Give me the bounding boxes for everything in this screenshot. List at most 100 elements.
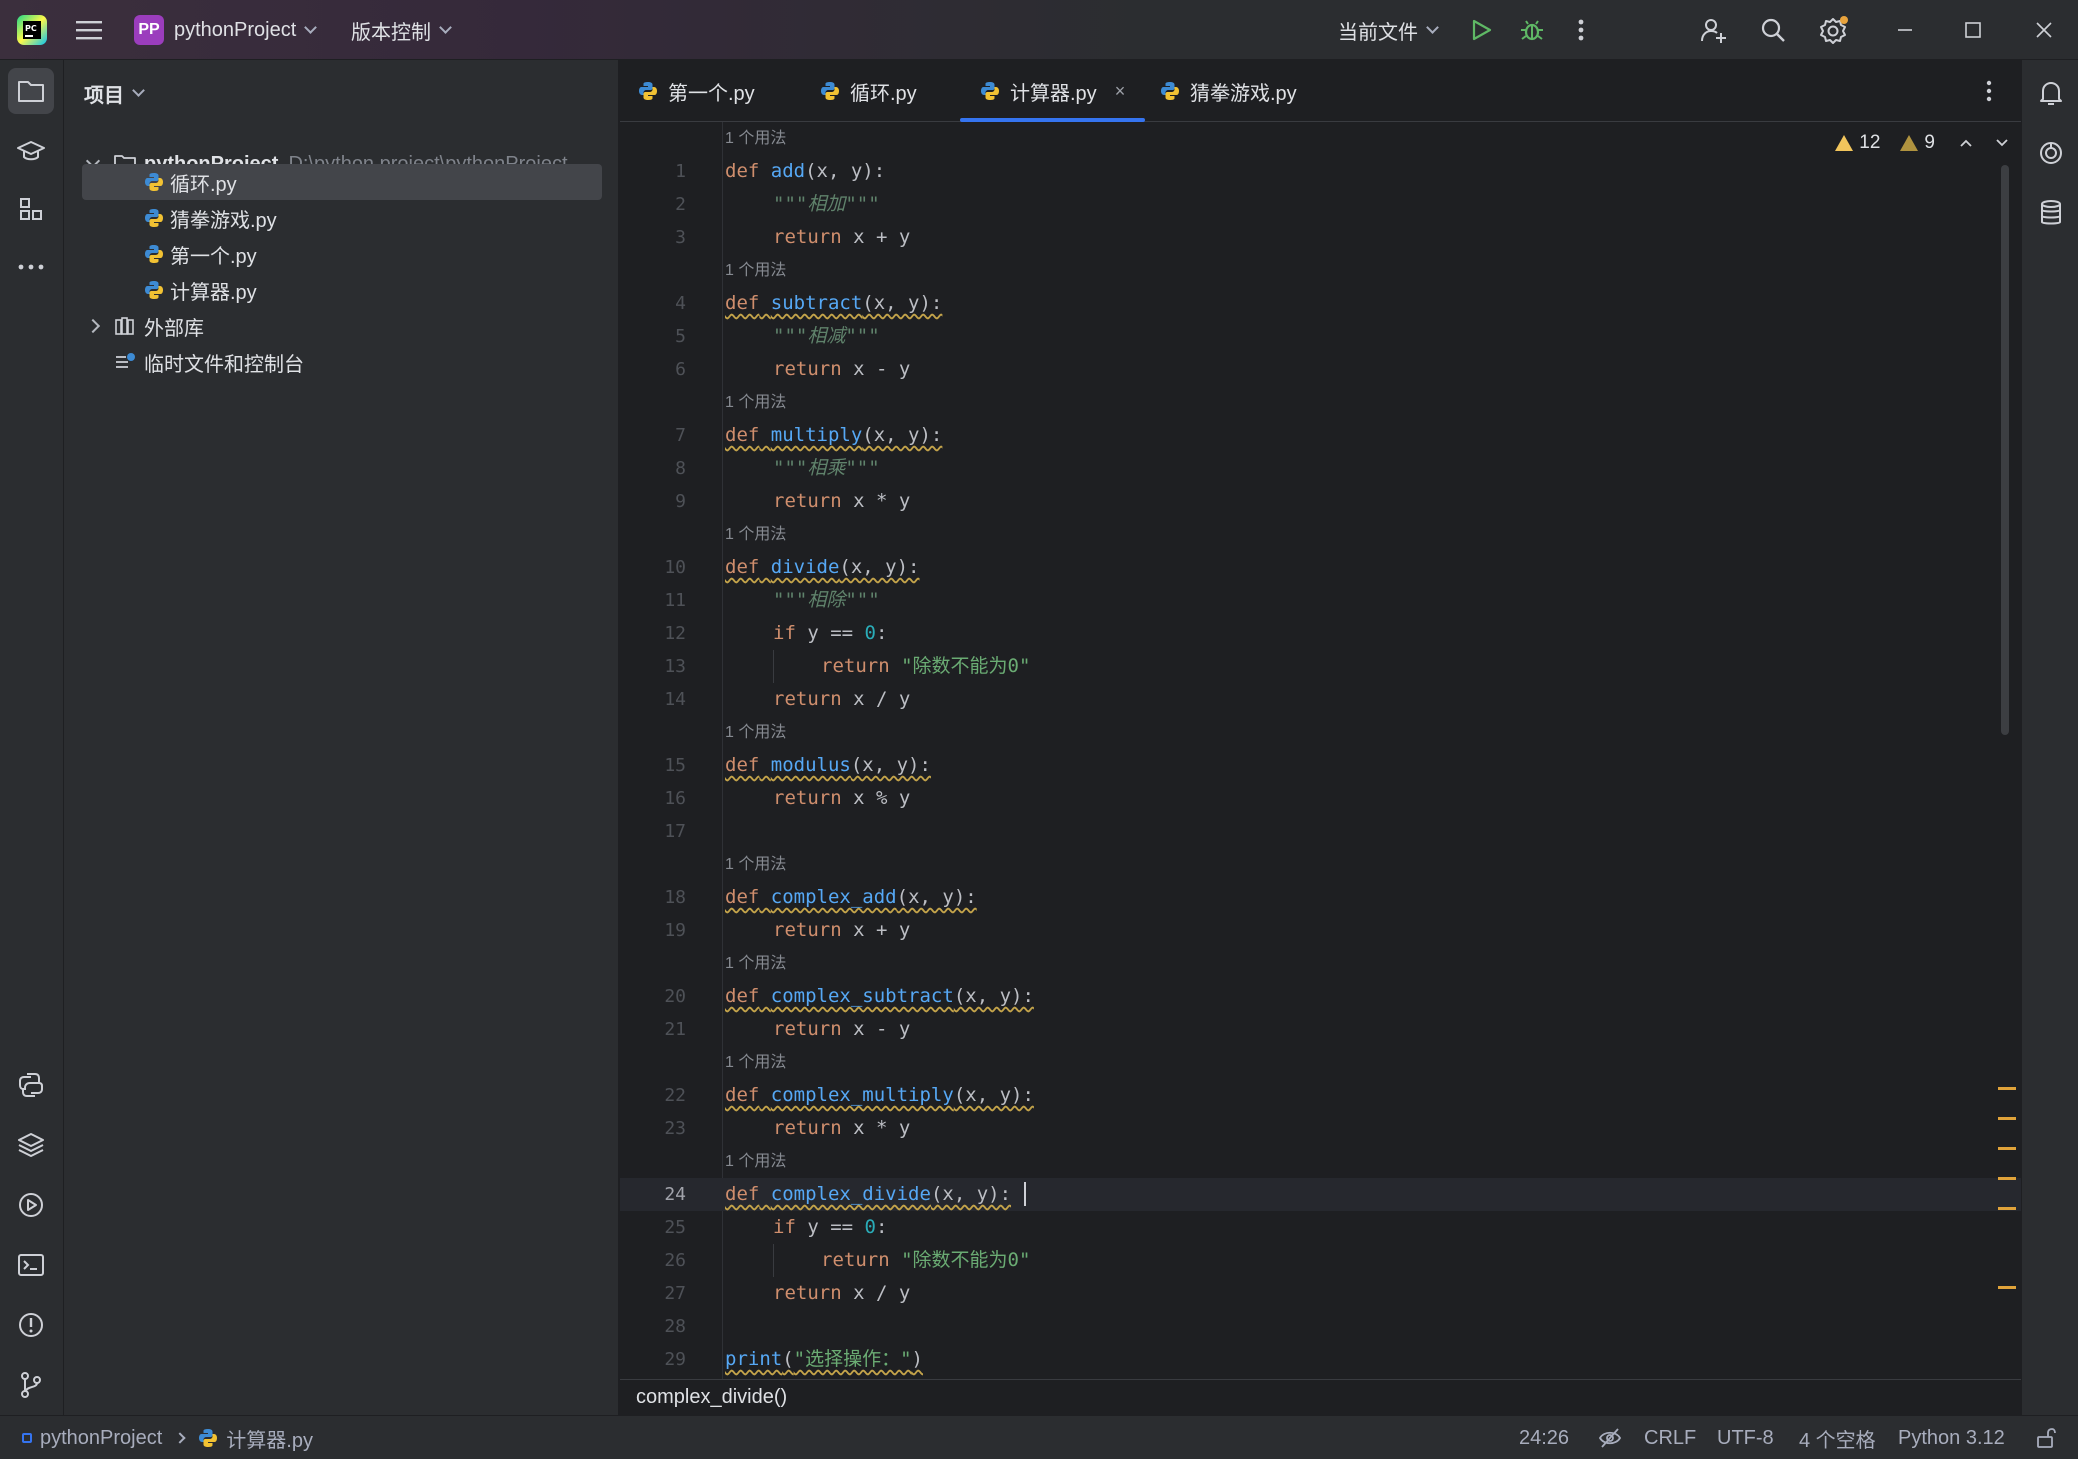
tabs-options-icon[interactable]	[1986, 60, 1992, 122]
vertical-scrollbar[interactable]	[2001, 165, 2009, 735]
python-interpreter[interactable]: Python 3.12	[1898, 1416, 2005, 1459]
code-line-current[interactable]: 24 def complex_divide(x, y):	[620, 1178, 2021, 1211]
tab-close-icon[interactable]: ×	[1115, 81, 1126, 102]
code-line[interactable]: 22 def complex_multiply(x, y):	[620, 1079, 2021, 1112]
python-console-icon[interactable]	[8, 1062, 54, 1108]
inlay-hint[interactable]: 1 个用法	[620, 716, 2021, 749]
debug-icon[interactable]	[1519, 0, 1545, 60]
code-line[interactable]: 14 return x / y	[620, 683, 2021, 716]
code-line[interactable]: 1 def add(x, y):	[620, 155, 2021, 188]
database-icon[interactable]	[2028, 190, 2074, 236]
project-name: pythonProject	[174, 18, 297, 41]
tree-file-1[interactable]: 猜拳游戏.py	[144, 200, 277, 236]
code-line[interactable]: 23 return x * y	[620, 1112, 2021, 1145]
statusbar-file[interactable]: 计算器.py	[226, 1424, 313, 1453]
code-line[interactable]: 12 if y == 0:	[620, 617, 2021, 650]
tree-file-2[interactable]: 第一个.py	[144, 236, 257, 272]
notifications-icon[interactable]	[2028, 70, 2074, 116]
tab-loop[interactable]: 循环.py	[820, 60, 917, 122]
inlay-hint[interactable]: 1 个用法	[620, 848, 2021, 881]
project-switcher[interactable]: PP pythonProject	[134, 0, 318, 60]
code-line[interactable]: 28	[620, 1310, 2021, 1343]
ai-assistant-icon[interactable]	[2028, 130, 2074, 176]
statusbar-breadcrumb[interactable]: pythonProject 计算器.py	[22, 1416, 313, 1459]
code-line[interactable]: 20 def complex_subtract(x, y):	[620, 980, 2021, 1013]
services-icon[interactable]	[8, 1182, 54, 1228]
code-line[interactable]: 9 return x * y	[620, 485, 2021, 518]
line-separator[interactable]: CRLF	[1644, 1416, 1696, 1459]
run-icon[interactable]	[1469, 0, 1493, 60]
inlay-hint[interactable]: 1 个用法	[620, 386, 2021, 419]
breadcrumb-function[interactable]: complex_divide()	[636, 1386, 787, 1409]
lock-icon[interactable]	[2036, 1416, 2056, 1459]
pycharm-logo-icon[interactable]: PC	[16, 0, 48, 60]
code-line[interactable]: 15 def modulus(x, y):	[620, 749, 2021, 782]
terminal-icon[interactable]	[8, 1242, 54, 1288]
code-line[interactable]: 29 print("选择操作：")	[620, 1343, 2021, 1376]
code-line[interactable]: 18 def complex_add(x, y):	[620, 881, 2021, 914]
structure-icon[interactable]	[8, 186, 54, 232]
chevron-right-icon[interactable]	[85, 318, 101, 334]
error-stripe-mark[interactable]	[1998, 1207, 2016, 1210]
close-icon[interactable]	[2035, 0, 2053, 60]
minimize-icon[interactable]	[1896, 0, 1914, 60]
tree-external-libraries[interactable]: 外部库	[85, 308, 204, 344]
more-actions-icon[interactable]	[1578, 0, 1584, 60]
code-line[interactable]: 27 return x / y	[620, 1277, 2021, 1310]
code-line[interactable]: 10 def divide(x, y):	[620, 551, 2021, 584]
error-stripe-mark[interactable]	[1998, 1117, 2016, 1120]
editor-breadcrumb[interactable]: complex_divide()	[620, 1379, 2021, 1415]
code-line[interactable]: 8 """相乘"""	[620, 452, 2021, 485]
tab-rps-game[interactable]: 猜拳游戏.py	[1160, 60, 1297, 122]
maximize-icon[interactable]	[1964, 0, 1982, 60]
error-stripe-mark[interactable]	[1998, 1177, 2016, 1180]
code-line[interactable]: 3 return x + y	[620, 221, 2021, 254]
code-line[interactable]: 25 if y == 0:	[620, 1211, 2021, 1244]
inlay-hint[interactable]: 1 个用法	[620, 1046, 2021, 1079]
project-view-selector[interactable]: 项目	[84, 78, 145, 108]
tree-scratches[interactable]: 临时文件和控制台	[114, 344, 304, 380]
inlay-hint[interactable]: 1 个用法	[620, 1145, 2021, 1178]
more-tools-icon[interactable]	[8, 244, 54, 290]
project-tool-icon[interactable]	[8, 68, 54, 114]
code-line[interactable]: 13 return "除数不能为0"	[620, 650, 2021, 683]
code-line[interactable]: 17	[620, 815, 2021, 848]
code-line[interactable]: 16 return x % y	[620, 782, 2021, 815]
code-line[interactable]: 19 return x + y	[620, 914, 2021, 947]
git-icon[interactable]	[8, 1362, 54, 1408]
error-stripe-mark[interactable]	[1998, 1087, 2016, 1090]
statusbar-project[interactable]: pythonProject	[40, 1427, 162, 1450]
vcs-menu[interactable]: 版本控制	[351, 0, 452, 60]
code-line[interactable]: 26 return "除数不能为0"	[620, 1244, 2021, 1277]
settings-icon[interactable]	[1819, 0, 1849, 60]
learn-icon[interactable]	[8, 128, 54, 174]
tab-first[interactable]: 第一个.py	[638, 60, 755, 122]
error-stripe-mark[interactable]	[1998, 1286, 2016, 1289]
tab-calculator[interactable]: 计算器.py ×	[960, 60, 1146, 122]
add-user-icon[interactable]	[1700, 0, 1728, 60]
tree-file-3[interactable]: 计算器.py	[144, 272, 257, 308]
search-icon[interactable]	[1760, 0, 1786, 60]
code-line[interactable]: 5 """相减"""	[620, 320, 2021, 353]
code-editor[interactable]: 1 个用法 1 def add(x, y): 2 """相加""" 3 return …	[620, 122, 2021, 1379]
code-line[interactable]: 6 return x - y	[620, 353, 2021, 386]
problems-icon[interactable]	[8, 1302, 54, 1348]
code-line[interactable]: 21 return x - y	[620, 1013, 2021, 1046]
file-encoding[interactable]: UTF-8	[1717, 1416, 1774, 1459]
tree-file-0[interactable]: 循环.py	[82, 164, 602, 200]
run-config-selector[interactable]: 当前文件	[1338, 0, 1439, 60]
inlay-hint[interactable]: 1 个用法	[620, 947, 2021, 980]
no-power-save-icon[interactable]	[1598, 1416, 1622, 1459]
code-line[interactable]: 11 """相除"""	[620, 584, 2021, 617]
inlay-hint[interactable]: 1 个用法	[620, 254, 2021, 287]
code-line[interactable]: 2 """相加"""	[620, 188, 2021, 221]
error-stripe-mark[interactable]	[1998, 1147, 2016, 1150]
inlay-hint[interactable]: 1 个用法	[620, 518, 2021, 551]
indent-setting[interactable]: 4 个空格	[1799, 1416, 1876, 1459]
caret-position[interactable]: 24:26	[1519, 1416, 1569, 1459]
code-line[interactable]: 4 def subtract(x, y):	[620, 287, 2021, 320]
main-menu-icon[interactable]	[76, 0, 102, 60]
inlay-hint[interactable]: 1 个用法	[620, 122, 2021, 155]
python-packages-icon[interactable]	[8, 1122, 54, 1168]
code-line[interactable]: 7 def multiply(x, y):	[620, 419, 2021, 452]
